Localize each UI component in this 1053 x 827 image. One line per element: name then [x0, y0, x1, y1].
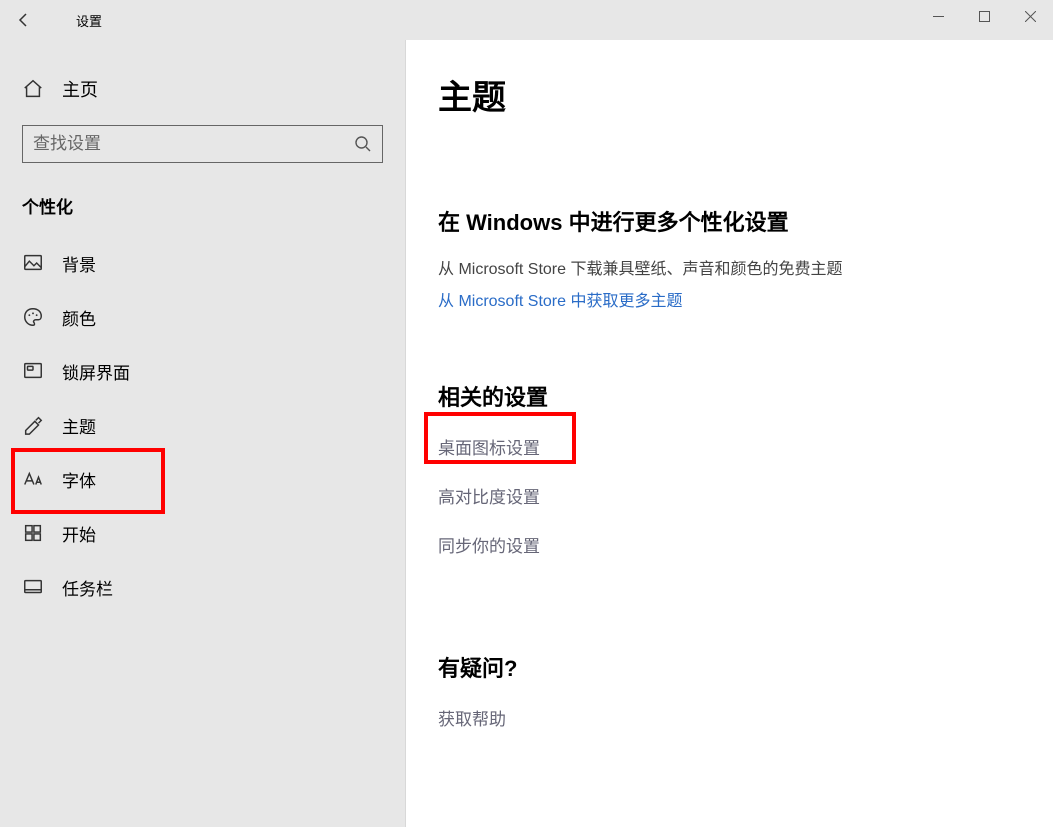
close-icon [1025, 11, 1036, 22]
sidebar-item-label: 颜色 [62, 305, 96, 330]
start-icon [22, 522, 44, 544]
sidebar-item-label: 主题 [62, 413, 96, 438]
font-icon [22, 468, 44, 490]
window-controls [915, 0, 1053, 32]
search-wrap [0, 116, 405, 169]
sidebar-section-header: 个性化 [0, 169, 405, 232]
more-desc: 从 Microsoft Store 下载兼具壁纸、声音和颜色的免费主题 [438, 259, 1021, 281]
question-block: 有疑问? 获取帮助 [438, 651, 1021, 754]
palette-icon [22, 306, 44, 328]
sidebar-item-label: 锁屏界面 [62, 359, 130, 384]
lockscreen-icon [22, 360, 44, 382]
more-personalization-block: 在 Windows 中进行更多个性化设置 从 Microsoft Store 下… [438, 205, 1021, 314]
sidebar-item-lockscreen[interactable]: 锁屏界面 [0, 344, 405, 398]
store-link[interactable]: 从 Microsoft Store 中获取更多主题 [438, 291, 1021, 313]
window-title: 设置 [76, 11, 102, 30]
page-title: 主题 [438, 70, 1021, 119]
home-icon [22, 78, 44, 100]
more-heading: 在 Windows 中进行更多个性化设置 [438, 205, 1021, 237]
sidebar-item-label: 字体 [62, 467, 96, 492]
maximize-icon [979, 11, 990, 22]
home-label: 主页 [62, 76, 98, 102]
sidebar-item-label: 开始 [62, 521, 96, 546]
related-settings-block: 相关的设置 桌面图标设置 高对比度设置 同步你的设置 [438, 380, 1021, 581]
related-heading: 相关的设置 [438, 380, 1021, 412]
sidebar-item-fonts[interactable]: 字体 [0, 452, 405, 506]
titlebar: 设置 [0, 0, 1053, 40]
sync-settings-link[interactable]: 同步你的设置 [438, 532, 540, 557]
search-input[interactable] [33, 134, 354, 154]
back-button[interactable] [0, 0, 48, 40]
home-button[interactable]: 主页 [0, 62, 405, 116]
minimize-button[interactable] [915, 0, 961, 32]
desktop-icons-link[interactable]: 桌面图标设置 [438, 434, 540, 459]
get-help-link[interactable]: 获取帮助 [438, 705, 506, 730]
question-heading: 有疑问? [438, 651, 1021, 683]
sidebar-item-label: 任务栏 [62, 575, 113, 600]
taskbar-icon [22, 576, 44, 598]
sidebar-item-colors[interactable]: 颜色 [0, 290, 405, 344]
sidebar-item-background[interactable]: 背景 [0, 236, 405, 290]
high-contrast-link[interactable]: 高对比度设置 [438, 483, 540, 508]
picture-icon [22, 252, 44, 274]
minimize-icon [933, 11, 944, 22]
search-box[interactable] [22, 125, 383, 163]
close-button[interactable] [1007, 0, 1053, 32]
arrow-left-icon [16, 12, 32, 28]
sidebar-item-start[interactable]: 开始 [0, 506, 405, 560]
sidebar: 主页 个性化 背景 颜色 [0, 40, 406, 827]
sidebar-item-taskbar[interactable]: 任务栏 [0, 560, 405, 614]
theme-icon [22, 414, 44, 436]
search-icon [354, 135, 372, 153]
sidebar-item-label: 背景 [62, 251, 96, 276]
main-content: 主题 在 Windows 中进行更多个性化设置 从 Microsoft Stor… [406, 40, 1053, 827]
maximize-button[interactable] [961, 0, 1007, 32]
sidebar-item-themes[interactable]: 主题 [0, 398, 405, 452]
